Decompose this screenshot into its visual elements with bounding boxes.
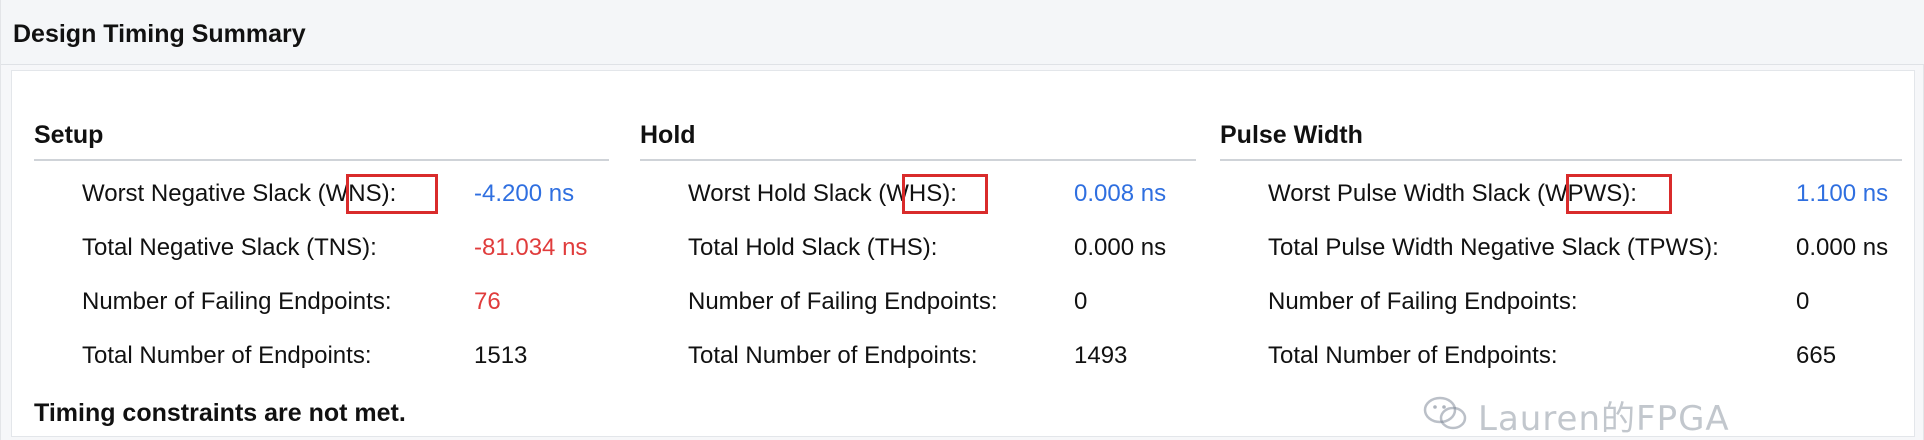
hold-header: Hold bbox=[640, 121, 1196, 161]
setup-total-value: 1513 bbox=[474, 342, 528, 369]
hold-section: Hold bbox=[640, 121, 1196, 161]
tpws-value: 0.000 ns bbox=[1796, 234, 1889, 261]
whs-value[interactable]: 0.008 ns bbox=[1074, 179, 1166, 209]
ths-value: 0.000 ns bbox=[1074, 234, 1167, 261]
wns-highlight-box bbox=[346, 174, 438, 214]
setup-section: Setup bbox=[34, 121, 609, 161]
wns-value[interactable]: -4.200 ns bbox=[474, 179, 574, 209]
hold-total-label: Total Number of Endpoints: bbox=[688, 342, 978, 369]
hold-total-value: 1493 bbox=[1074, 342, 1128, 369]
hold-failing-label: Number of Failing Endpoints: bbox=[688, 288, 998, 315]
tns-label: Total Negative Slack (TNS): bbox=[82, 234, 377, 261]
panel-title: Design Timing Summary bbox=[13, 20, 306, 48]
setup-total-label: Total Number of Endpoints: bbox=[82, 342, 372, 369]
tns-value[interactable]: -81.034 ns bbox=[474, 233, 587, 263]
setup-header: Setup bbox=[34, 121, 609, 161]
wpws-highlight-box bbox=[1566, 174, 1672, 214]
tpws-label: Total Pulse Width Negative Slack (TPWS): bbox=[1268, 234, 1719, 261]
timing-content: Setup Worst Negative Slack (WNS): -4.200… bbox=[11, 70, 1915, 439]
title-bar: Design Timing Summary bbox=[1, 0, 1924, 65]
pulse-total-label: Total Number of Endpoints: bbox=[1268, 342, 1558, 369]
watermark-text: Lauren的FPGA bbox=[1478, 399, 1730, 439]
hold-failing-value: 0 bbox=[1074, 288, 1088, 315]
ths-label: Total Hold Slack (THS): bbox=[688, 234, 938, 261]
pulse-total-value: 665 bbox=[1796, 342, 1837, 369]
timing-summary-panel: Design Timing Summary Setup Worst Negati… bbox=[0, 0, 1924, 440]
timing-status-message: Timing constraints are not met. bbox=[34, 399, 406, 427]
setup-failing-label: Number of Failing Endpoints: bbox=[82, 288, 392, 315]
wechat-icon bbox=[1423, 396, 1467, 430]
pulse-failing-value: 0 bbox=[1796, 288, 1810, 315]
pulse-section: Pulse Width bbox=[1220, 121, 1902, 161]
whs-highlight-box bbox=[902, 174, 988, 214]
pulse-header: Pulse Width bbox=[1220, 121, 1902, 161]
wpws-value[interactable]: 1.100 ns bbox=[1796, 179, 1888, 209]
pulse-failing-label: Number of Failing Endpoints: bbox=[1268, 288, 1578, 315]
setup-failing-value[interactable]: 76 bbox=[474, 287, 501, 317]
